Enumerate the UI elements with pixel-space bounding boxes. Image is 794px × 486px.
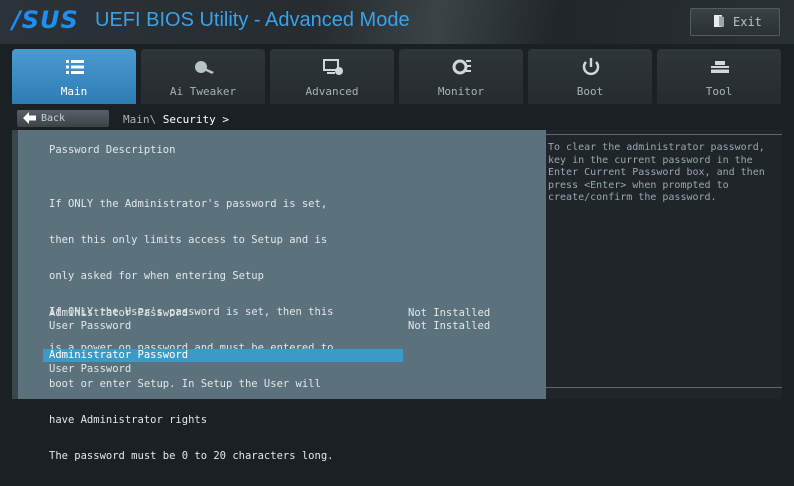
back-arrow-icon — [23, 112, 37, 127]
user-password-status: User Password Not Installed — [49, 320, 509, 332]
breadcrumb-root[interactable]: Main\ — [123, 113, 156, 126]
breadcrumb-path: Main\ Security > — [123, 113, 229, 126]
tool-icon — [709, 57, 731, 77]
tab-monitor[interactable]: Monitor — [399, 49, 523, 104]
tab-label: Advanced — [305, 85, 359, 98]
status-value: Not Installed — [408, 320, 491, 332]
tab-label: Monitor — [437, 85, 485, 98]
tab-label: Main — [60, 85, 88, 98]
tab-boot[interactable]: Boot — [528, 49, 652, 104]
exit-door-icon — [713, 14, 725, 31]
tab-main[interactable]: Main — [12, 49, 136, 104]
description-line: If ONLY the Administrator's password is … — [49, 198, 328, 210]
description-line: have Administrator rights — [49, 414, 208, 426]
power-icon — [580, 57, 602, 77]
main-panel: Password Description If ONLY the Adminis… — [12, 130, 548, 462]
description-line: only asked for when entering Setup — [49, 270, 264, 282]
back-label: Back — [41, 113, 66, 124]
admin-password-status: Administrator Password Not Installed — [49, 307, 509, 319]
status-value: Not Installed — [408, 307, 491, 319]
advanced-icon — [322, 57, 344, 77]
monitor-icon — [451, 57, 473, 77]
breadcrumb: Back Main\ Security > — [12, 107, 782, 129]
user-password-item[interactable]: User Password — [43, 363, 403, 376]
tab-tool[interactable]: Tool — [657, 49, 781, 104]
title-bar: /SUS UEFI BIOS Utility - Advanced Mode E… — [0, 0, 794, 44]
divider — [546, 387, 782, 388]
tab-bar: Main Ai Tweaker Advanced Monitor Boot To… — [12, 49, 782, 104]
admin-password-item[interactable]: Administrator Password — [43, 349, 403, 362]
description-line: The password must be 0 to 20 characters … — [49, 450, 334, 462]
back-button[interactable]: Back — [17, 110, 109, 127]
help-text: To clear the administrator password, key… — [548, 142, 765, 203]
status-label: Administrator Password — [49, 307, 189, 319]
app-title: UEFI BIOS Utility - Advanced Mode — [95, 9, 410, 31]
breadcrumb-current: Security > — [162, 113, 229, 126]
tab-label: Ai Tweaker — [169, 85, 237, 98]
tab-advanced[interactable]: Advanced — [270, 49, 394, 104]
asus-logo: /SUS — [12, 6, 79, 34]
description-line: boot or enter Setup. In Setup the User w… — [49, 378, 321, 390]
tab-ai-tweaker[interactable]: Ai Tweaker — [141, 49, 265, 104]
description-title: Password Description — [49, 144, 176, 156]
tab-label: Tool — [705, 85, 733, 98]
list-icon — [64, 57, 86, 77]
description-line: then this only limits access to Setup an… — [49, 234, 328, 246]
tweaker-icon — [193, 57, 215, 77]
divider — [546, 134, 782, 135]
tab-label: Boot — [576, 85, 604, 98]
status-label: User Password — [49, 320, 132, 332]
exit-button[interactable]: Exit — [690, 8, 780, 36]
help-panel: To clear the administrator password, key… — [546, 130, 782, 399]
exit-label: Exit — [733, 15, 762, 29]
